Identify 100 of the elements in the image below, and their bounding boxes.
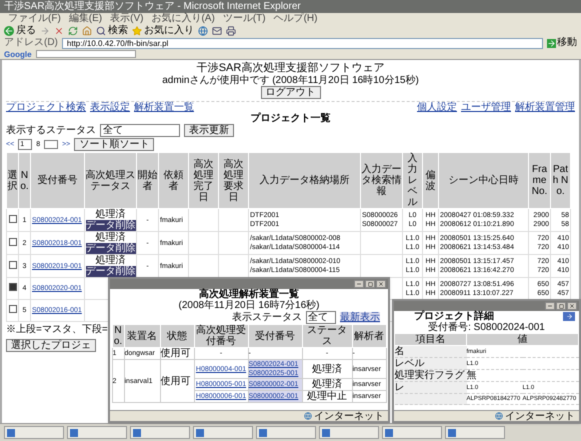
refresh-button[interactable]: 表示更新 bbox=[184, 124, 234, 137]
maximize-icon[interactable] bbox=[556, 302, 566, 310]
taskbar-button[interactable] bbox=[382, 426, 442, 439]
maximize-icon[interactable] bbox=[365, 280, 375, 288]
column-header: 選択 bbox=[6, 152, 18, 208]
row-checkbox[interactable] bbox=[8, 214, 16, 222]
taskbar-button[interactable] bbox=[193, 426, 253, 439]
column-header: 入力レベル bbox=[402, 152, 422, 208]
close-icon[interactable] bbox=[567, 302, 577, 310]
zone-text: インターネット bbox=[314, 410, 384, 422]
menu-item[interactable]: ヘルプ(H) bbox=[274, 14, 318, 24]
mail-icon[interactable] bbox=[212, 26, 222, 36]
taskbar-button[interactable] bbox=[256, 426, 316, 439]
status-label: 表示するステータス bbox=[6, 125, 96, 136]
column-header: 入力データ格納場所 bbox=[248, 152, 360, 208]
list-title: プロジェクト一覧 bbox=[250, 113, 332, 124]
sort-button[interactable]: ソート順ソート bbox=[74, 138, 154, 151]
search-button[interactable]: 検索 bbox=[96, 26, 128, 36]
table-note: ※上段=マスタ、下段= bbox=[6, 324, 108, 335]
column-header: 受付番号 bbox=[30, 152, 84, 208]
status-text: 処理済 bbox=[94, 209, 126, 220]
column-header: No. bbox=[18, 152, 30, 208]
column-header: 高次処理要求日 bbox=[218, 152, 248, 208]
row-checkbox[interactable] bbox=[8, 260, 16, 268]
column-header: No. bbox=[112, 324, 124, 348]
taskbar-button[interactable] bbox=[319, 426, 379, 439]
column-header: 状態 bbox=[160, 324, 194, 348]
taskbar-button[interactable] bbox=[130, 426, 190, 439]
window-title: 干渉SAR高次処理支援部ソフトウェア - Microsoft Internet Explorer bbox=[4, 0, 301, 12]
status-text: 処理済 bbox=[94, 232, 126, 243]
taskbar-button[interactable] bbox=[445, 426, 505, 439]
column-header: 依頼者 bbox=[158, 152, 188, 208]
cell-text: 処理済 bbox=[312, 379, 342, 390]
nav-link[interactable]: 解析装置一覧 bbox=[134, 102, 194, 113]
column-header: Frame No. bbox=[528, 152, 550, 208]
column-header: 開始者 bbox=[136, 152, 158, 208]
search-icon bbox=[96, 26, 106, 36]
column-header: ステータス bbox=[302, 324, 352, 348]
google-label: Google bbox=[4, 50, 32, 58]
refresh-icon[interactable] bbox=[68, 26, 78, 36]
cell-text: 処理済 bbox=[312, 364, 342, 374]
field-label: 名 bbox=[394, 346, 404, 357]
column-header: 受付番号 bbox=[248, 324, 302, 348]
menu-item[interactable]: ファイル(F) bbox=[8, 14, 61, 24]
cell-text: 処理中止 bbox=[307, 391, 347, 402]
column-header: 高次処理ステータス bbox=[84, 152, 136, 208]
back-button[interactable]: 戻る bbox=[4, 26, 36, 36]
globe-icon[interactable] bbox=[198, 26, 208, 36]
row-checkbox[interactable] bbox=[8, 305, 16, 313]
home-icon[interactable] bbox=[82, 26, 92, 36]
nav-link[interactable]: プロジェクト検索 bbox=[6, 102, 86, 113]
status-dropdown[interactable]: 全て bbox=[100, 124, 180, 137]
menu-item[interactable]: 編集(E) bbox=[68, 14, 102, 24]
row-checkbox[interactable] bbox=[8, 283, 16, 291]
globe-icon bbox=[304, 412, 312, 420]
stop-icon[interactable] bbox=[54, 26, 64, 36]
minimize-icon[interactable] bbox=[545, 302, 555, 310]
field-label: レベル bbox=[394, 358, 424, 369]
selected-projects-button[interactable]: 選択したプロジェ bbox=[6, 339, 96, 352]
menu-item[interactable]: お気に入り(A) bbox=[151, 14, 215, 24]
status-dropdown[interactable]: 全て bbox=[306, 311, 336, 324]
close-icon[interactable] bbox=[376, 280, 386, 288]
menu-item[interactable]: 表示(V) bbox=[110, 14, 144, 24]
print-icon[interactable] bbox=[226, 26, 236, 36]
column-header: 値 bbox=[466, 334, 578, 346]
nav-link[interactable]: ユーザ管理 bbox=[461, 102, 511, 113]
favorites-button[interactable]: お気に入り bbox=[132, 26, 194, 36]
address-field[interactable]: http://10.0.42.70/fh-bin/sar.pl bbox=[62, 38, 543, 48]
field-value: 無 bbox=[466, 370, 476, 381]
logout-button[interactable]: ログアウト bbox=[260, 86, 320, 99]
status-text: 処理済 bbox=[94, 255, 126, 266]
delete-data-button[interactable]: データ削除 bbox=[86, 266, 136, 277]
nav-link[interactable]: 解析装置管理 bbox=[515, 102, 575, 113]
field-label: 処理実行フラグ bbox=[394, 370, 464, 381]
column-header: 解析者 bbox=[352, 324, 386, 348]
field-label: レ bbox=[394, 382, 404, 393]
delete-data-button[interactable]: データ削除 bbox=[86, 220, 136, 231]
taskbar-button[interactable] bbox=[67, 426, 127, 439]
status-label: 表示ステータス bbox=[232, 312, 302, 323]
minimize-icon[interactable] bbox=[354, 280, 364, 288]
refresh-link[interactable]: 最新表示 bbox=[340, 312, 380, 323]
project-id-text: 受付番号: S08002024-001 bbox=[427, 322, 546, 333]
nav-link[interactable]: 個人設定 bbox=[417, 102, 457, 113]
menu-item[interactable]: ツール(T) bbox=[222, 14, 266, 24]
devices-title: 高次処理解析装置一覧 bbox=[198, 289, 300, 300]
google-search-field[interactable] bbox=[36, 50, 136, 58]
nav-link[interactable]: 表示設定 bbox=[90, 102, 130, 113]
go-button[interactable]: 移動 bbox=[547, 38, 577, 48]
cell-text: 使用可 bbox=[160, 348, 190, 359]
cell-text: 使用可 bbox=[160, 376, 190, 386]
globe-icon bbox=[495, 412, 503, 420]
column-header: 入力データ検索情報 bbox=[360, 152, 402, 208]
delete-data-button[interactable]: データ削除 bbox=[86, 243, 136, 254]
column-header: 高次処理受付番号 bbox=[194, 324, 248, 348]
page-input-field[interactable] bbox=[44, 140, 58, 149]
column-header: 装置名 bbox=[124, 324, 160, 348]
user-status: adminさんが使用中です (2008年11月20日 16時10分15秒) bbox=[162, 75, 419, 86]
taskbar-button[interactable] bbox=[4, 426, 64, 439]
row-checkbox[interactable] bbox=[8, 238, 16, 246]
forward-icon[interactable] bbox=[40, 26, 50, 36]
